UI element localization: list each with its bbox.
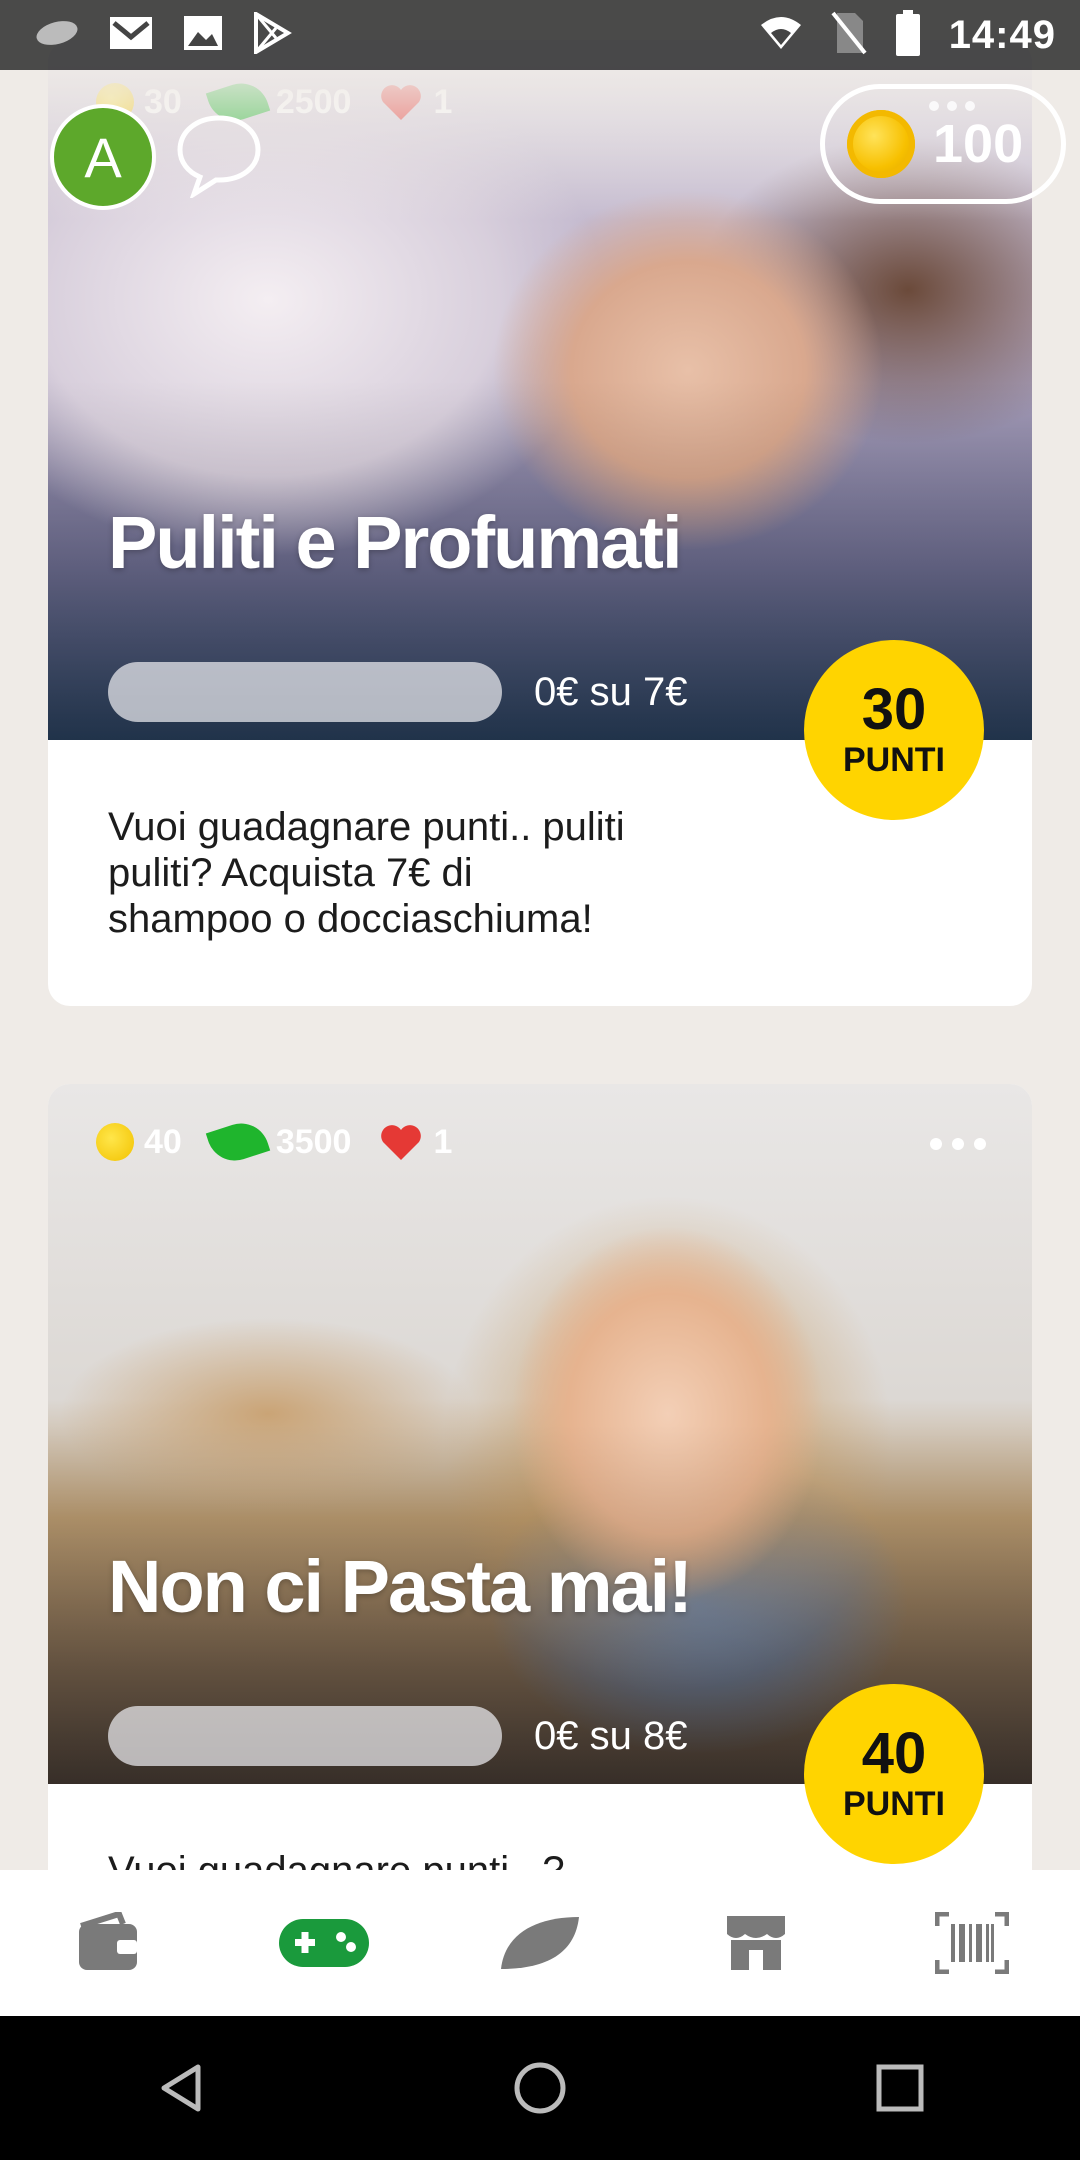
no-sim-icon xyxy=(831,11,867,60)
system-nav xyxy=(0,2016,1080,2160)
more-icon xyxy=(929,101,975,111)
barcode-icon[interactable] xyxy=(912,1893,1032,1993)
shop-icon[interactable] xyxy=(696,1893,816,1993)
card-stats: 40 3500 1 xyxy=(96,1116,470,1168)
image-icon xyxy=(182,14,224,57)
card-leaves: 3500 xyxy=(275,1122,352,1161)
status-bar: 14:49 xyxy=(0,0,1080,70)
status-time: 14:49 xyxy=(948,12,1056,57)
coins-value: 100 xyxy=(933,114,1024,174)
bottom-nav xyxy=(0,1870,1080,2016)
gmail-icon xyxy=(108,15,154,56)
card-title: Non ci Pasta mai! xyxy=(108,1545,693,1628)
avatar[interactable]: A xyxy=(50,104,156,210)
home-icon[interactable] xyxy=(480,2038,600,2138)
recents-icon[interactable] xyxy=(840,2038,960,2138)
coins-balance[interactable]: 100 xyxy=(820,84,1066,204)
card-stats: 30 2500 1 xyxy=(96,76,470,128)
card-leaves: 2500 xyxy=(275,82,352,121)
leaf-icon[interactable] xyxy=(480,1893,600,1993)
card-hero-image: 40 3500 1 Non ci Pasta mai! 0€ su 8€ xyxy=(48,1084,1032,1784)
gamepad-icon[interactable] xyxy=(264,1893,384,1993)
heart-icon xyxy=(379,82,423,122)
card-title: Puliti e Profumati xyxy=(108,501,683,584)
card-hearts: 1 xyxy=(433,82,453,121)
points-badge: 40 PUNTI xyxy=(804,1684,984,1864)
battery-icon xyxy=(895,9,921,61)
wallet-icon[interactable] xyxy=(48,1893,168,1993)
coin-icon xyxy=(96,1123,134,1161)
points-badge: 30 PUNTI xyxy=(804,640,984,820)
points-value: 30 xyxy=(861,677,927,742)
progress-bar xyxy=(108,1706,502,1766)
chat-icon[interactable] xyxy=(174,112,264,203)
card-description: Vuoi guadagnare punti.. puliti puliti? A… xyxy=(108,805,625,941)
progress-label: 0€ su 7€ xyxy=(534,669,688,714)
wifi-icon xyxy=(759,15,803,56)
leaf-icon xyxy=(205,1116,271,1168)
heart-icon xyxy=(379,1122,423,1162)
card-hearts: 1 xyxy=(433,1122,453,1161)
coin-icon xyxy=(847,110,915,178)
points-value: 40 xyxy=(861,1721,927,1786)
play-store-icon xyxy=(252,9,292,59)
card-coins: 40 xyxy=(144,1122,182,1161)
progress-bar xyxy=(108,662,502,722)
back-icon[interactable] xyxy=(120,2038,240,2138)
progress-label: 0€ su 8€ xyxy=(534,1713,688,1758)
progress-row: 0€ su 7€ xyxy=(108,662,687,722)
more-icon[interactable] xyxy=(930,1138,986,1150)
notification-icon xyxy=(34,18,80,53)
points-unit: PUNTI xyxy=(843,1785,945,1823)
progress-row: 0€ su 8€ xyxy=(108,1706,687,1766)
points-unit: PUNTI xyxy=(843,741,945,779)
